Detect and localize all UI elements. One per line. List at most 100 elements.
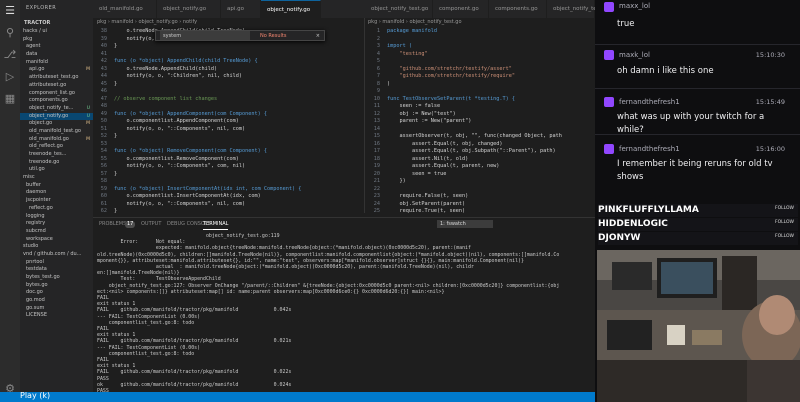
- tree-item[interactable]: old_manifold_test.go: [20, 128, 93, 136]
- code-text: func (o *object) AppendComponent(com Com…: [114, 110, 268, 117]
- workspace-header[interactable]: TRACTOR: [20, 18, 93, 28]
- tree-item[interactable]: treenode.go: [20, 159, 93, 167]
- editor-split-divider[interactable]: [364, 18, 365, 213]
- tree-item[interactable]: hacks / ui: [20, 28, 93, 36]
- chat-user[interactable]: fernandthefresh1: [619, 98, 680, 106]
- tab[interactable]: api.go: [221, 0, 261, 18]
- tree-item[interactable]: workspace: [20, 236, 93, 244]
- tab-problems[interactable]: PROBLEMS: [99, 218, 126, 231]
- line-number: 45: [100, 80, 107, 87]
- tree-item[interactable]: object_notify.go U: [20, 112, 93, 121]
- tree-item[interactable]: attributeset.go: [20, 82, 93, 90]
- search-icon[interactable]: ⚲: [0, 22, 20, 44]
- tree-item-label: old_manifold.go: [29, 135, 69, 142]
- tree-item[interactable]: subcmd: [20, 228, 93, 236]
- code-line: 17 assert.Equal(t, obj.Subpath("::Parent…: [366, 148, 594, 156]
- line-number: 2: [376, 35, 380, 42]
- code-line: 50 o.componentlist.AppendComponent(com): [93, 118, 363, 126]
- tree-item[interactable]: daemon: [20, 189, 93, 197]
- tree-item[interactable]: testdata: [20, 266, 93, 274]
- tree-item[interactable]: pkg: [20, 36, 93, 44]
- tree-item[interactable]: treenode_tes...: [20, 151, 93, 159]
- tree-item-label: bytes.go: [26, 281, 48, 288]
- tree-item-label: bytes_test.go: [26, 274, 60, 280]
- breadcrumb-left[interactable]: pkg › manifold › object_notify.go › noti…: [97, 18, 197, 27]
- tree-item[interactable]: studio: [20, 243, 93, 251]
- close-icon[interactable]: ×: [316, 31, 320, 41]
- tree-item[interactable]: logging: [20, 213, 93, 221]
- tree-item[interactable]: bytes.go: [20, 282, 93, 290]
- git-status-badge: U: [86, 113, 90, 119]
- tab-output[interactable]: OUTPUT: [141, 218, 161, 231]
- code-text: // observe component list changes: [114, 95, 218, 102]
- follower-name: PINKFLUFFLYLLAMA: [598, 205, 699, 215]
- tree-item[interactable]: misc: [20, 174, 93, 182]
- editor-left[interactable]: 38 o.treeNode.AppendChild(child TreeNode…: [93, 28, 363, 216]
- line-number: 52: [100, 133, 107, 139]
- chat-user[interactable]: maxx_lol: [619, 2, 650, 10]
- tab-terminal[interactable]: TERMINAL: [203, 218, 229, 230]
- tab-active[interactable]: object_notify.go: [261, 0, 321, 18]
- files-icon[interactable]: ☰: [0, 0, 20, 22]
- chat-user[interactable]: fernandthefresh1: [619, 145, 680, 153]
- breadcrumb-right[interactable]: pkg › manifold › object_notify_test.go: [368, 18, 462, 27]
- tree-item[interactable]: components.go: [20, 97, 93, 105]
- tree-item-label: registry: [26, 220, 46, 227]
- tree-item-label: object_notify_te...: [29, 104, 74, 111]
- tree-item[interactable]: component_list.go: [20, 90, 93, 98]
- tree-item[interactable]: bytes_test.go: [20, 274, 93, 282]
- chat-user[interactable]: maxk_lol: [619, 51, 650, 59]
- debug-icon[interactable]: ▷: [0, 66, 20, 88]
- tree-item[interactable]: old_reflect.go: [20, 143, 93, 151]
- code-line: 8): [366, 81, 594, 89]
- tree-item[interactable]: reflect.go: [20, 205, 93, 213]
- tab[interactable]: old_manifold.go: [93, 0, 157, 18]
- tree-item[interactable]: pnrtool: [20, 259, 93, 267]
- tree-item[interactable]: vnd / github.com / du...: [20, 251, 93, 259]
- tree-item[interactable]: object_notify_te... U: [20, 105, 93, 113]
- tab[interactable]: object_notify.go: [157, 0, 221, 18]
- tree-item-label: jscpointer: [26, 197, 51, 204]
- tree-item[interactable]: buffer: [20, 182, 93, 190]
- extensions-icon[interactable]: ▦: [0, 88, 20, 110]
- tree-item[interactable]: old_manifold.go M: [20, 136, 93, 144]
- code-line: 56 notify(o, o, "::Components", com, nil…: [93, 163, 363, 171]
- tree-item[interactable]: agent: [20, 43, 93, 51]
- tree-item[interactable]: api.go M: [20, 66, 93, 74]
- line-number: 55: [100, 155, 107, 162]
- tree-item-label: go.sum: [26, 304, 45, 311]
- tree-item[interactable]: jscpointer: [20, 197, 93, 205]
- tab[interactable]: component.go: [433, 0, 489, 18]
- line-number: 57: [100, 170, 107, 177]
- tree-item[interactable]: LICENSE: [20, 312, 93, 320]
- tree-item[interactable]: data: [20, 51, 93, 59]
- source-control-icon[interactable]: ⎇: [0, 44, 20, 66]
- tab[interactable]: components.go: [489, 0, 547, 18]
- terminal-output[interactable]: object_notify_test.go:119 Error: Not equ…: [97, 233, 592, 402]
- tree-item[interactable]: util.go: [20, 166, 93, 174]
- tree-item-label: old_reflect.go: [29, 143, 63, 150]
- tree-item[interactable]: registry: [20, 220, 93, 228]
- line-number: 39: [100, 35, 107, 42]
- avatar: [604, 144, 614, 154]
- editor-right[interactable]: 1 package manifold 2 3 import (4 "testing" 5 6…: [366, 28, 594, 216]
- tree-item[interactable]: go.mod: [20, 297, 93, 305]
- tree-item[interactable]: attributeset_test.go: [20, 74, 93, 82]
- line-number: 24: [373, 200, 380, 207]
- line-number: 53: [100, 140, 107, 147]
- terminal-selector[interactable]: 1: fswatch: [437, 220, 493, 228]
- code-line: 14: [366, 126, 594, 134]
- tree-item[interactable]: doc.go: [20, 289, 93, 297]
- follow-tag: FOLLOW: [775, 206, 794, 211]
- code-line: 51 notify(o, o, "::Components", nil, com…: [93, 126, 363, 134]
- follow-alert: HIDDENLOGIC FOLLOW: [598, 218, 798, 231]
- code-text: }): [387, 178, 406, 184]
- tab[interactable]: object_notify_test.go: [365, 0, 433, 18]
- code-line: 59 func (o *object) InsertComponentAt(idx…: [93, 186, 363, 194]
- tree-item[interactable]: object.go M: [20, 120, 93, 128]
- tab[interactable]: object_notify_test.go: [547, 0, 595, 18]
- tree-item-label: util.go: [29, 166, 45, 173]
- tree-item[interactable]: manifold: [20, 59, 93, 67]
- find-input[interactable]: system: [160, 31, 250, 40]
- tree-item[interactable]: go.sum: [20, 305, 93, 313]
